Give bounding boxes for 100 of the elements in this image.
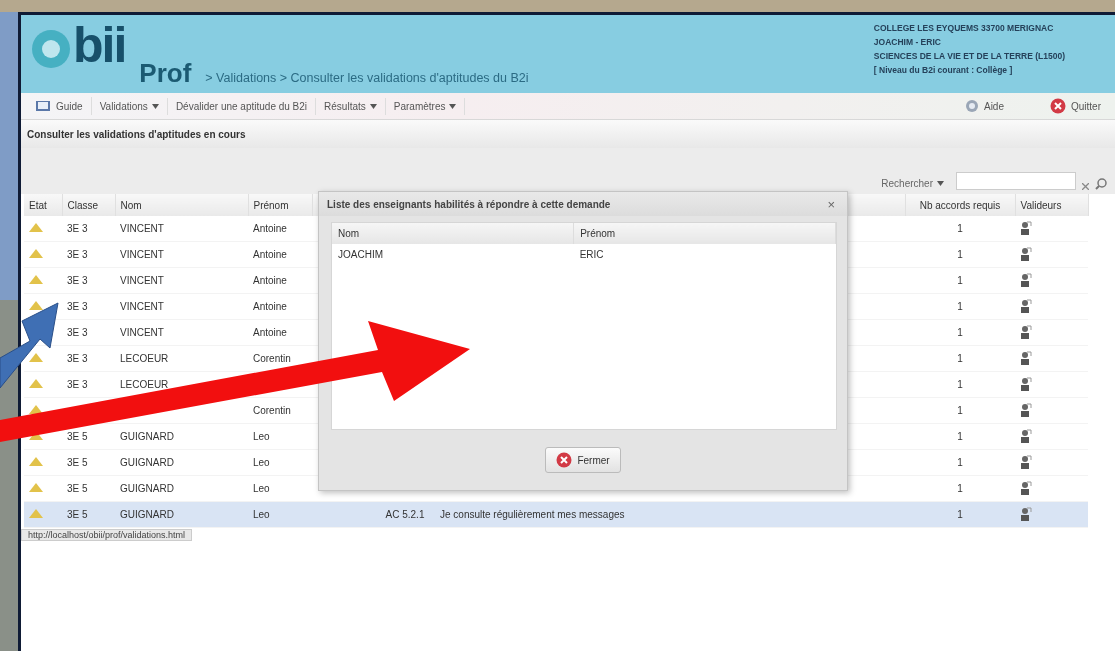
toolbar-button[interactable]: Validations [91,97,168,115]
column-header[interactable]: Nom [115,194,248,216]
warning-icon [29,483,43,492]
column-header[interactable]: Nb accords requis [905,194,1015,216]
user-icon[interactable] [1020,376,1032,391]
column-header[interactable]: Nom [332,223,574,244]
logo-icon [29,27,73,71]
table-cell: 1 [957,483,963,494]
column-header[interactable]: Valideurs [1015,194,1088,216]
table-cell: 1 [957,223,963,234]
table-cell: 3E 5 [67,457,88,468]
user-icon[interactable] [1020,272,1032,287]
dialog-title: Liste des enseignants habilités à répondre à cette demande [327,198,611,210]
table-cell: 3E 3 [67,379,88,390]
user-icon[interactable] [1020,246,1032,261]
app-logo-text: bii [73,21,126,69]
table-cell: 1 [957,509,963,520]
table-cell: VINCENT [120,249,164,260]
table-cell: 3E 5 [67,509,88,520]
user-info-line: SCIENCES DE LA VIE ET DE LA TERRE (L1500) [873,51,1065,61]
table-cell: VINCENT [120,275,164,286]
table-cell: Je consulte régulièrement mes messages [440,509,625,520]
table-cell: Antoine [253,327,287,338]
close-button[interactable]: × [823,196,839,212]
table-cell: 3E 3 [67,327,88,338]
table-cell: 3E 3 [67,275,88,286]
table-cell: Antoine [253,275,287,286]
toolbar-button[interactable]: Dévalider une aptitude du B2i [167,97,317,115]
close-icon [556,452,573,468]
user-icon[interactable] [1020,220,1032,235]
search-icon[interactable] [1095,178,1107,190]
table-cell: Corentin [253,405,291,416]
product-title: Prof [139,58,192,89]
user-icon[interactable] [1020,298,1032,313]
toolbar-button[interactable]: Aide [956,96,1012,116]
toolbar-button[interactable]: Guide [27,97,92,115]
warning-icon [29,353,43,362]
close-dialog-button[interactable]: Fermer [545,447,621,473]
table-cell: 1 [957,457,963,468]
table-cell: VINCENT [120,223,164,234]
table-cell: 3E 3 [67,353,88,364]
table-cell: Antoine [253,223,287,234]
user-info-line: [ Niveau du B2i courant : Collège ] [873,65,1014,75]
table-cell: JOACHIM [332,244,574,265]
table-cell: 1 [957,353,963,364]
status-bar-url: http://localhost/obii/prof/validations.html [21,529,193,541]
close-icon [1050,98,1066,114]
user-icon[interactable] [1020,506,1032,521]
table-cell: Leo [253,457,270,468]
caret-icon [449,103,457,109]
table-cell: GUIGNARD [120,509,174,520]
help-icon [964,99,979,113]
table-cell: 1 [957,301,963,312]
table-cell: VINCENT [120,327,164,338]
table-cell: LECOEUR [120,353,169,364]
table-cell: 1 [957,275,963,286]
warning-icon [29,379,43,388]
user-icon[interactable] [1020,402,1032,417]
section-title: Consulter les validations d'aptitudes en cours [21,120,1115,148]
table-cell: Antoine [253,249,287,260]
user-icon[interactable] [1020,324,1032,339]
user-info-line: JOACHIM - ERIC [873,37,942,47]
toolbar-button[interactable]: Quitter [1042,95,1109,117]
warning-icon [29,223,43,232]
table-cell: 1 [957,249,963,260]
table-cell: Antoine [253,301,287,312]
user-icon[interactable] [1020,454,1032,469]
table-cell: 1 [957,379,963,390]
caret-icon [369,103,377,109]
column-header[interactable]: Classe [62,194,115,216]
breadcrumb: > Validations > Consulter les validations d'aptitudes du B2i [205,71,529,87]
column-header[interactable]: Prénom [573,223,836,244]
table-cell: Leo [253,509,270,520]
user-icon[interactable] [1020,428,1032,443]
table-cell: VINCENT [120,301,164,312]
search-scope-dropdown[interactable]: Rechercher [875,177,950,190]
table-cell: 3E 5 [67,483,88,494]
table-cell: Leo [253,483,270,494]
caret-icon [937,181,944,186]
toolbar-button[interactable]: Paramètres [385,97,466,115]
column-header[interactable]: Prénom [248,194,312,216]
warning-icon [29,509,43,518]
toolbar-button[interactable]: Résultats [316,97,386,115]
table-cell: 1 [957,405,963,416]
clear-icon[interactable] [1082,183,1089,190]
column-header[interactable]: Etat [24,194,62,216]
table-row[interactable]: 3E 5 GUIGNARD Leo AC 5.2.1 Je consulte régulièrement mes messages 1 [24,501,1088,528]
table-cell: 3E 3 [67,223,88,234]
table-cell: 1 [957,431,963,442]
table-cell: 3E 5 [67,431,88,442]
user-info-line: COLLEGE LES EYQUEMS 33700 MERIGNAC [873,23,1055,33]
table-cell: 1 [957,327,963,338]
table-cell: Corentin [253,353,291,364]
table-cell: 3E 3 [67,301,88,312]
caret-icon [151,103,159,109]
table-cell: GUIGNARD [120,431,174,442]
user-icon[interactable] [1020,480,1032,495]
search-field[interactable] [956,172,1076,190]
user-icon[interactable] [1020,350,1032,365]
table-cell: GUIGNARD [120,483,174,494]
